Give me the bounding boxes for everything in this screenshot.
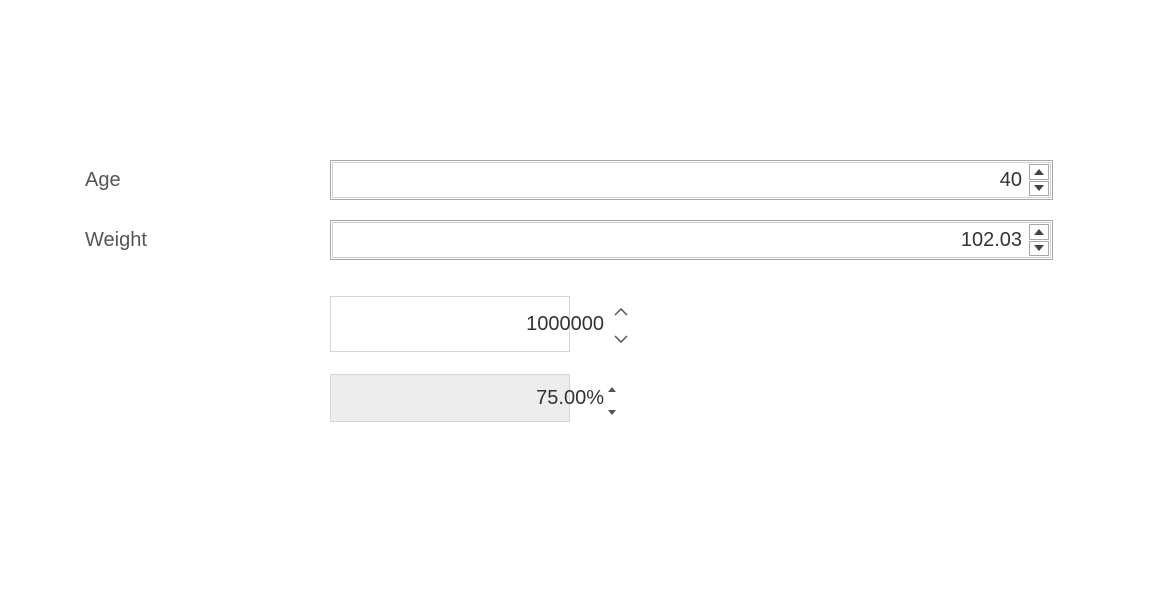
caret-down-icon	[608, 398, 616, 421]
age-input[interactable]	[333, 163, 1028, 197]
amount-decrement-button[interactable]	[614, 324, 628, 351]
caret-up-icon	[1034, 169, 1044, 175]
percent-increment-button[interactable]	[608, 375, 616, 398]
amount-spinner[interactable]	[330, 296, 570, 352]
amount-increment-button[interactable]	[614, 297, 628, 324]
caret-up-icon	[608, 375, 616, 398]
chevron-up-icon	[614, 299, 628, 322]
percent-spinner[interactable]	[330, 374, 570, 422]
weight-label: Weight	[85, 229, 330, 252]
caret-down-icon	[1034, 185, 1044, 191]
amount-input[interactable]	[331, 297, 614, 351]
age-increment-button[interactable]	[1029, 164, 1049, 180]
weight-decrement-button[interactable]	[1029, 241, 1049, 257]
percent-decrement-button[interactable]	[608, 398, 616, 421]
percent-input[interactable]	[331, 375, 608, 421]
weight-increment-button[interactable]	[1029, 224, 1049, 240]
caret-up-icon	[1034, 229, 1044, 235]
age-label: Age	[85, 169, 330, 192]
weight-spinner[interactable]	[330, 220, 1053, 260]
weight-input[interactable]	[333, 223, 1028, 257]
caret-down-icon	[1034, 245, 1044, 251]
age-decrement-button[interactable]	[1029, 181, 1049, 197]
age-spinner[interactable]	[330, 160, 1053, 200]
chevron-down-icon	[614, 326, 628, 349]
